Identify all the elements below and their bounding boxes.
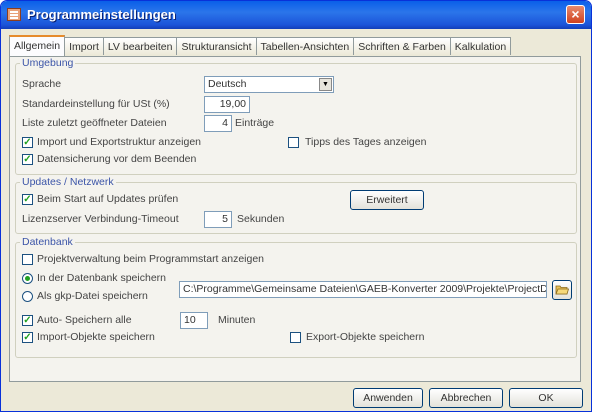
export-objekte-checkbox[interactable] xyxy=(290,332,301,343)
import-objekte-checkbox[interactable]: ✓ xyxy=(22,332,33,343)
tab-schriften-farben[interactable]: Schriften & Farben xyxy=(353,37,451,55)
updates-start-label[interactable]: Beim Start auf Updates prüfen xyxy=(37,193,178,205)
tab-allgemein[interactable]: Allgemein xyxy=(9,35,66,56)
updates-start-checkbox[interactable]: ✓ xyxy=(22,194,33,205)
import-export-checkbox[interactable]: ✓ xyxy=(22,137,33,148)
folder-open-icon-glyph xyxy=(555,285,570,295)
autosave-label[interactable]: Auto- Speichern alle xyxy=(37,314,132,326)
sprache-label: Sprache xyxy=(22,78,62,90)
abbrechen-button[interactable]: Abbrechen xyxy=(429,388,503,408)
import-export-label[interactable]: Import und Exportstruktur anzeigen xyxy=(37,136,201,148)
autosave-suffix: Minuten xyxy=(218,314,256,326)
ust-input[interactable]: 19,00 xyxy=(204,96,250,113)
erweitert-button[interactable]: Erweitert xyxy=(350,190,424,210)
settings-window: Programmeinstellungen × Allgemein Import… xyxy=(0,0,592,412)
import-objekte-label[interactable]: Import-Objekte speichern xyxy=(37,331,155,343)
folder-open-icon[interactable] xyxy=(552,280,572,300)
tipps-checkbox[interactable] xyxy=(288,137,299,148)
timeout-input[interactable]: 5 xyxy=(204,211,232,228)
tab-panel-allgemein: Umgebung Sprache Deutsch ▼ Standardeinst… xyxy=(9,56,581,382)
datensicherung-label[interactable]: Datensicherung vor dem Beenden xyxy=(37,153,196,165)
group-datenbank-legend: Datenbank xyxy=(20,236,75,248)
liste-label: Liste zuletzt geöffneter Dateien xyxy=(22,117,167,129)
tab-strip: Allgemein Import LV bearbeiten Struktura… xyxy=(9,35,512,57)
timeout-label: Lizenzserver Verbindung-Timeout xyxy=(22,213,179,225)
autosave-input[interactable]: 10 xyxy=(180,312,208,329)
tab-kalkulation[interactable]: Kalkulation xyxy=(449,37,512,55)
tab-strukturansicht[interactable]: Strukturansicht xyxy=(176,37,257,55)
chevron-down-icon[interactable]: ▼ xyxy=(319,78,332,91)
sprache-dropdown[interactable]: Deutsch ▼ xyxy=(204,76,334,93)
projektverwaltung-checkbox[interactable] xyxy=(22,254,33,265)
ok-button[interactable]: OK xyxy=(509,388,583,408)
timeout-suffix: Sekunden xyxy=(237,213,285,225)
button-bar: Anwenden Abbrechen OK xyxy=(1,383,591,411)
app-icon xyxy=(7,8,21,21)
sprache-value: Deutsch xyxy=(208,78,247,90)
gkp-datei-label[interactable]: Als gkp-Datei speichern xyxy=(37,290,148,302)
in-datenbank-label[interactable]: In der Datenbank speichern xyxy=(37,272,166,284)
in-datenbank-radio[interactable] xyxy=(22,273,33,284)
liste-suffix: Einträge xyxy=(235,117,275,129)
export-objekte-label[interactable]: Export-Objekte speichern xyxy=(306,331,424,343)
group-updates: Updates / Netzwerk ✓ Beim Start auf Upda… xyxy=(15,176,577,234)
group-datenbank: Datenbank Projektverwaltung beim Program… xyxy=(15,236,577,358)
tipps-label[interactable]: Tipps des Tages anzeigen xyxy=(305,136,426,148)
title-bar: Programmeinstellungen × xyxy=(1,1,591,29)
anwenden-button[interactable]: Anwenden xyxy=(353,388,423,408)
group-updates-legend: Updates / Netzwerk xyxy=(20,176,116,188)
ust-label: Standardeinstellung für USt (%) xyxy=(22,98,170,110)
window-title: Programmeinstellungen xyxy=(27,7,176,22)
tab-tabellen-ansichten[interactable]: Tabellen-Ansichten xyxy=(255,37,355,55)
close-icon[interactable]: × xyxy=(566,5,585,24)
gkp-datei-radio[interactable] xyxy=(22,291,33,302)
tab-lv-bearbeiten[interactable]: LV bearbeiten xyxy=(102,37,178,55)
autosave-checkbox[interactable]: ✓ xyxy=(22,315,33,326)
path-input[interactable]: C:\Programme\Gemeinsame Dateien\GAEB-Kon… xyxy=(179,281,547,298)
tab-import[interactable]: Import xyxy=(64,37,104,55)
datensicherung-checkbox[interactable]: ✓ xyxy=(22,154,33,165)
group-umgebung-legend: Umgebung xyxy=(20,57,76,69)
liste-input[interactable]: 4 xyxy=(204,115,232,132)
projektverwaltung-label[interactable]: Projektverwaltung beim Programmstart anz… xyxy=(37,253,264,265)
group-umgebung: Umgebung Sprache Deutsch ▼ Standardeinst… xyxy=(15,57,577,175)
